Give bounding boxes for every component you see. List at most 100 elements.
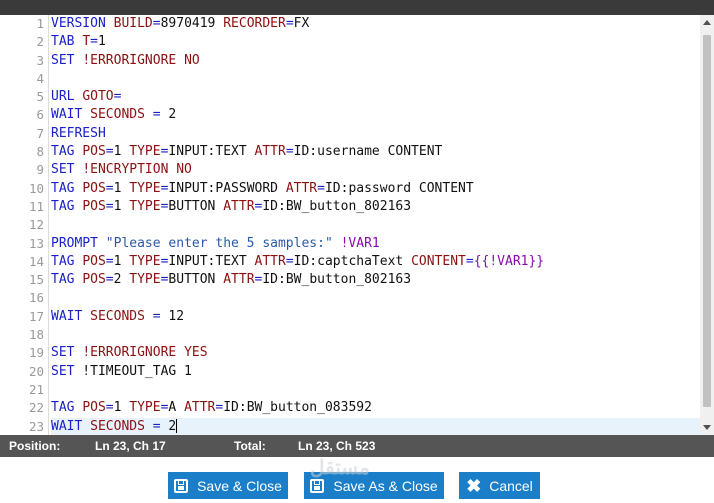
code-line[interactable]: 11 TAG POS=1 TYPE=BUTTON ATTR=ID:BW_butto… <box>0 198 700 216</box>
scrollbar-thumb[interactable] <box>703 35 711 407</box>
scroll-up-arrow-icon[interactable] <box>700 15 714 29</box>
code-text[interactable]: TAG POS=1 TYPE=INPUT:TEXT ATTR=ID:userna… <box>51 143 700 161</box>
scroll-down-arrow-icon[interactable] <box>700 421 714 435</box>
code-token: TYPE <box>129 144 161 160</box>
line-number: 12 <box>28 217 44 233</box>
code-token: BUILD <box>113 16 153 31</box>
status-bar: Position: Ln 23, Ch 17 Total: Ln 23, Ch … <box>0 435 714 457</box>
cancel-button[interactable]: ✖ Cancel <box>459 472 540 499</box>
code-token: POS <box>82 253 106 269</box>
vertical-scrollbar[interactable] <box>700 15 714 435</box>
code-text[interactable]: SET !ERRORIGNORE YES <box>51 344 700 362</box>
code-text[interactable]: TAG POS=1 TYPE=INPUT:PASSWORD ATTR=ID:pa… <box>51 180 700 198</box>
code-token: = <box>105 272 114 288</box>
code-token: SET <box>51 52 75 68</box>
code-line[interactable]: 3 SET !ERRORIGNORE NO <box>0 52 700 70</box>
save-disk-icon <box>174 478 189 493</box>
macro-code-editor[interactable]: 1 VERSION BUILD=8970419 RECORDER=FX 2 TAB T… <box>0 15 700 435</box>
code-token: YES <box>184 345 208 361</box>
code-text[interactable]: VERSION BUILD=8970419 RECORDER=FX <box>51 15 700 33</box>
code-text[interactable]: WAIT SECONDS = 12 <box>51 308 700 326</box>
close-x-icon: ✖ <box>466 475 482 496</box>
code-text[interactable]: TAG POS=2 TYPE=BUTTON ATTR=ID:BW_button_… <box>51 271 700 289</box>
code-line[interactable]: 13 PROMPT "Please enter the 5 samples:" !… <box>0 235 700 253</box>
code-line[interactable]: 5 URL GOTO= <box>0 88 700 106</box>
code-token: = <box>105 144 114 160</box>
code-line[interactable]: 22 TAG POS=1 TYPE=A ATTR=ID:BW_button_083… <box>0 399 700 417</box>
code-token: = <box>285 16 294 31</box>
code-line[interactable]: 17 WAIT SECONDS = 12 <box>0 308 700 326</box>
code-token: 8970419 <box>160 16 224 31</box>
code-token: 12 <box>160 308 185 324</box>
cancel-label: Cancel <box>489 477 533 494</box>
code-line[interactable]: 6 WAIT SECONDS = 2 <box>0 106 700 124</box>
code-token: TAG <box>51 198 75 214</box>
code-line[interactable]: 21 <box>0 381 700 399</box>
code-text[interactable]: SET !ENCRYPTION NO <box>51 161 700 179</box>
code-line[interactable]: 12 <box>0 216 700 234</box>
code-token: RECORDER <box>223 16 286 31</box>
line-number: 14 <box>28 253 44 269</box>
code-token: ATTR <box>285 180 318 196</box>
code-token: 1 <box>113 400 130 416</box>
position-value: Ln 23, Ch 17 <box>95 439 166 453</box>
code-line[interactable]: 1 VERSION BUILD=8970419 RECORDER=FX <box>0 15 700 33</box>
code-line[interactable]: 15 TAG POS=2 TYPE=BUTTON ATTR=ID:BW_butto… <box>0 271 700 289</box>
save-as-disk-icon <box>310 478 325 493</box>
code-text[interactable]: SET !TIMEOUT_TAG 1 <box>51 363 700 381</box>
code-line[interactable]: 8 TAG POS=1 TYPE=INPUT:TEXT ATTR=ID:usern… <box>0 143 700 161</box>
code-token: WAIT <box>51 107 83 123</box>
code-line[interactable]: 16 <box>0 289 700 307</box>
code-token: = <box>317 180 325 196</box>
line-number: 22 <box>28 400 44 416</box>
code-line[interactable]: 2 TAB T=1 <box>0 33 700 51</box>
line-number: 6 <box>36 107 44 123</box>
code-token: = <box>105 198 114 214</box>
code-text[interactable]: WAIT SECONDS = 2 <box>51 106 700 124</box>
code-line[interactable]: 19 SET !ERRORIGNORE YES <box>0 344 700 362</box>
code-token: = <box>105 253 114 269</box>
code-line[interactable]: 4 <box>0 70 700 88</box>
code-text[interactable]: TAB T=1 <box>51 33 700 51</box>
line-number: 5 <box>36 89 44 105</box>
code-lines[interactable]: 1 VERSION BUILD=8970419 RECORDER=FX 2 TAB T… <box>0 15 700 435</box>
code-line[interactable]: 18 <box>0 326 700 344</box>
watermark-logo: مستقل <box>310 457 370 479</box>
code-token: !ERRORIGNORE <box>82 345 177 361</box>
code-line[interactable]: 7 REFRESH <box>0 125 700 143</box>
code-line[interactable]: 9 SET !ENCRYPTION NO <box>0 161 700 179</box>
code-token: TAG <box>51 253 75 269</box>
code-text[interactable]: URL GOTO= <box>51 88 700 106</box>
code-token: ID:BW_button_802163 <box>262 272 412 288</box>
code-token: ID:BW_button_083592 <box>223 400 372 416</box>
code-text[interactable]: PROMPT "Please enter the 5 samples:" !VA… <box>51 235 700 253</box>
code-line[interactable]: 10 TAG POS=1 TYPE=INPUT:PASSWORD ATTR=ID:… <box>0 180 700 198</box>
save-close-button[interactable]: Save & Close <box>168 472 288 499</box>
code-token: POS <box>82 144 106 160</box>
code-line[interactable]: 20 SET !TIMEOUT_TAG 1 <box>0 363 700 381</box>
code-token: TAG <box>51 272 75 288</box>
code-text[interactable]: TAG POS=1 TYPE=A ATTR=ID:BW_button_08359… <box>51 399 700 417</box>
code-token: SET <box>51 345 75 361</box>
total-label: Total: <box>234 439 266 453</box>
code-text[interactable]: TAG POS=1 TYPE=BUTTON ATTR=ID:BW_button_… <box>51 198 700 216</box>
code-text[interactable]: TAG POS=1 TYPE=INPUT:TEXT ATTR=ID:captch… <box>51 253 700 271</box>
total-value: Ln 23, Ch 523 <box>298 439 376 453</box>
code-token: SET <box>51 162 75 178</box>
code-token: WAIT <box>51 308 83 324</box>
code-token: ATTR <box>254 253 286 269</box>
save-close-label: Save & Close <box>197 477 282 494</box>
code-line[interactable]: 23 WAIT SECONDS = 2 <box>0 417 700 435</box>
code-text[interactable]: SET !ERRORIGNORE NO <box>51 52 700 70</box>
code-token: ID:password CONTENT <box>324 180 474 196</box>
code-token: ATTR <box>254 144 286 160</box>
code-token: 1 <box>97 34 106 50</box>
code-text[interactable]: REFRESH <box>51 125 700 143</box>
code-text[interactable]: WAIT SECONDS = 2 <box>51 417 700 435</box>
code-line[interactable]: 14 TAG POS=1 TYPE=INPUT:TEXT ATTR=ID:capt… <box>0 253 700 271</box>
